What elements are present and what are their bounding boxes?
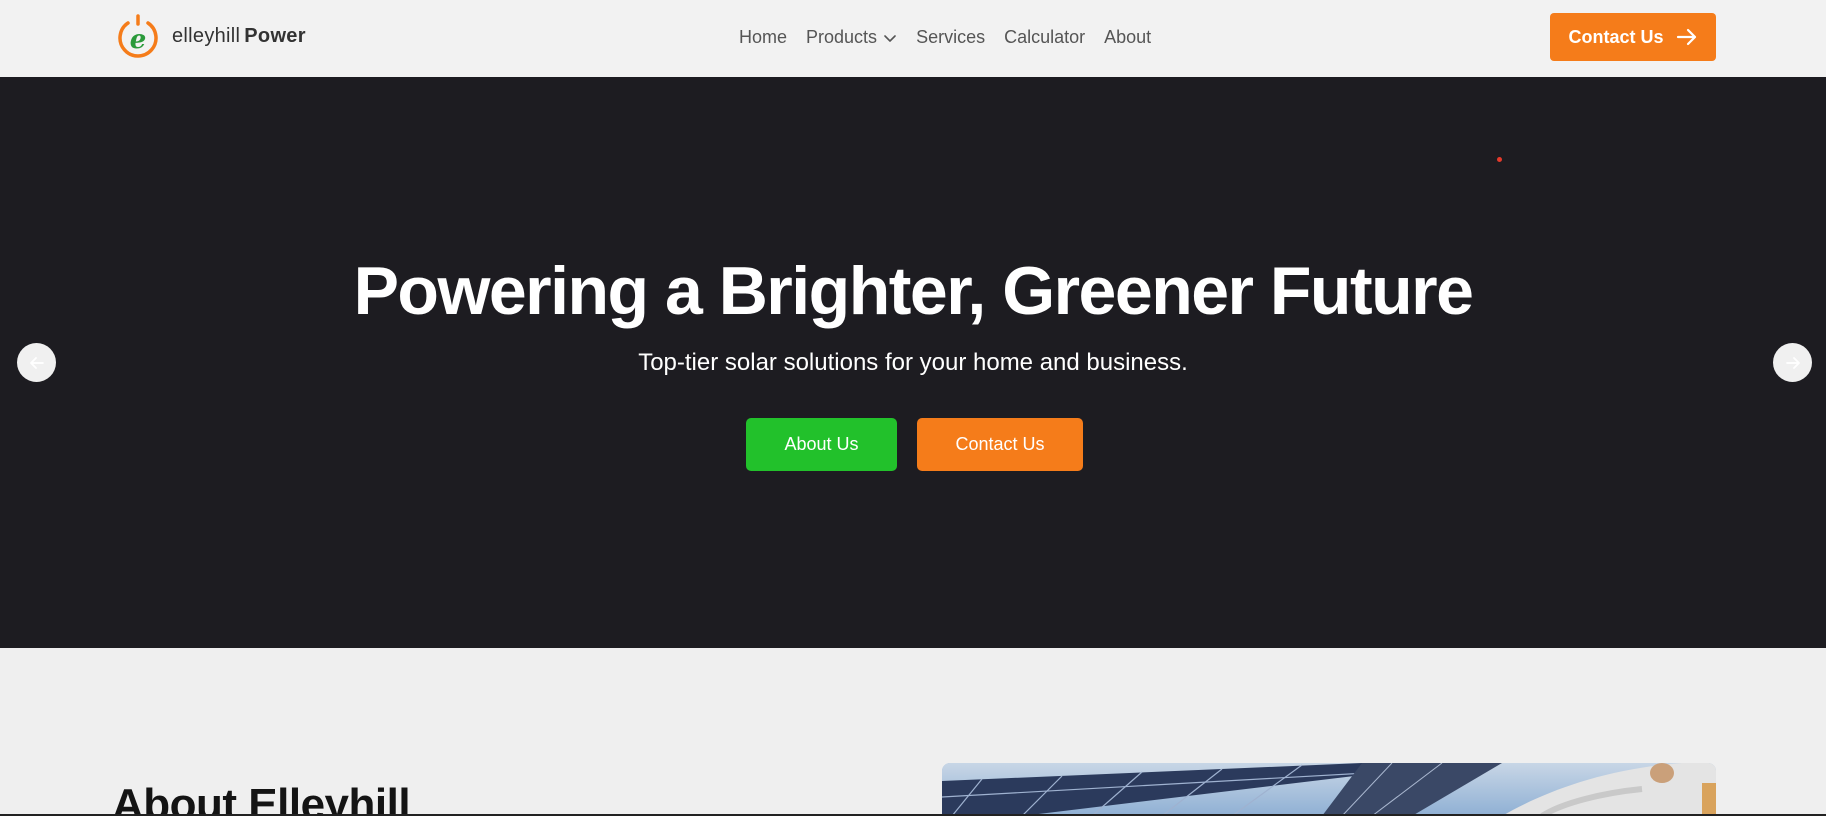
nav-about-label: About [1104, 27, 1152, 47]
nav-products-label: Products [806, 27, 878, 47]
hero-contact-button[interactable]: Contact Us [917, 418, 1083, 471]
carousel-next-button[interactable] [1773, 343, 1812, 382]
nav-calculator-label: Calculator [1004, 27, 1086, 47]
about-us-button[interactable]: About Us [746, 418, 897, 471]
nav-item-home[interactable]: Home [739, 27, 787, 48]
brand-name: elleyhill Power [172, 25, 306, 48]
main-nav: Home Products Services Calculator About [739, 27, 1170, 48]
arrow-right-icon [1676, 28, 1696, 46]
arrow-right-icon [1785, 356, 1800, 369]
nav-item-services[interactable]: Services [916, 27, 985, 48]
brand-name-bold: Power [244, 24, 306, 47]
about-solar-image [942, 763, 1716, 816]
solar-panel-photo [942, 763, 1716, 816]
hero-section: Powering a Brighter, Greener Future Top-… [0, 77, 1826, 648]
chevron-down-icon [884, 34, 896, 42]
site-header: e elleyhill Power Home Products Services … [0, 0, 1826, 77]
nav-item-calculator[interactable]: Calculator [1004, 27, 1085, 48]
decorative-dot [1497, 157, 1502, 162]
carousel-prev-button[interactable] [17, 343, 56, 382]
hero-title: Powering a Brighter, Greener Future [353, 253, 1474, 329]
about-us-label: About Us [784, 434, 859, 454]
logo-icon: e [118, 14, 158, 58]
brand-logo[interactable]: e elleyhill Power [114, 14, 306, 58]
nav-item-about[interactable]: About [1104, 27, 1151, 48]
nav-services-label: Services [916, 27, 986, 47]
header-contact-button[interactable]: Contact Us [1550, 13, 1716, 61]
brand-name-light: elleyhill [172, 24, 241, 47]
arrow-left-icon [29, 356, 44, 369]
hero-subtitle: Top-tier solar solutions for your home a… [638, 349, 1188, 376]
nav-item-products[interactable]: Products [806, 27, 897, 48]
svg-text:e: e [130, 25, 147, 55]
nav-home-label: Home [739, 27, 788, 47]
header-contact-label: Contact Us [1568, 26, 1664, 47]
about-heading: About Elleyhill [112, 780, 411, 816]
hero-contact-label: Contact Us [955, 434, 1045, 454]
